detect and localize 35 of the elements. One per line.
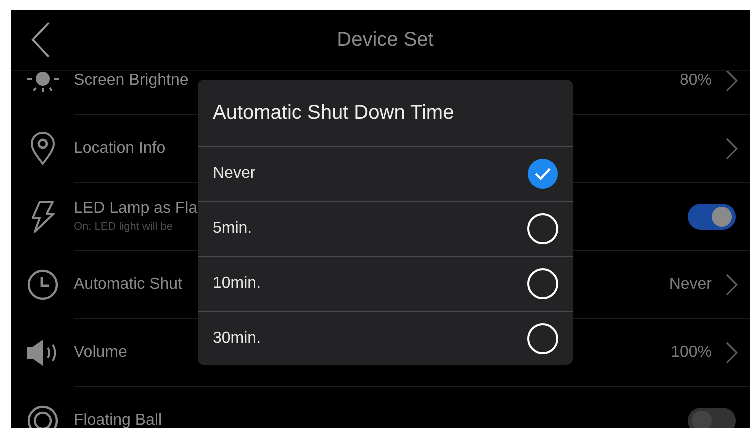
setting-label: Floating Ball [74, 412, 162, 428]
option-row[interactable]: 5min. [198, 202, 573, 257]
option-row[interactable]: Never [198, 147, 573, 202]
radio-unchecked-icon[interactable] [527, 268, 559, 300]
chevron-right-icon[interactable] [726, 138, 738, 160]
option-label: Never [213, 165, 256, 183]
setting-description: On: LED light will be [74, 221, 174, 233]
setting-label: Volume [74, 344, 128, 362]
chevron-right-icon[interactable] [726, 342, 738, 364]
chevron-right-icon[interactable] [726, 274, 738, 296]
setting-label: Location Info [74, 140, 166, 158]
page-title: Device Set [337, 28, 434, 52]
setting-value: 80% [680, 72, 712, 90]
option-label: 30min. [213, 330, 262, 348]
radio-checked-icon[interactable] [527, 158, 559, 190]
lightning-icon [30, 200, 56, 234]
setting-value: Never [669, 276, 712, 294]
radio-unchecked-icon[interactable] [527, 322, 559, 354]
option-label: 5min. [213, 220, 252, 238]
back-icon[interactable] [31, 22, 51, 58]
option-row[interactable]: 10min. [198, 257, 573, 312]
setting-label: LED Lamp as Fla [74, 200, 198, 218]
setting-label: Automatic Shut [74, 276, 182, 294]
toggle-switch[interactable] [688, 408, 736, 428]
location-pin-icon [30, 132, 56, 166]
clock-icon [26, 269, 58, 301]
radio-unchecked-icon[interactable] [527, 213, 559, 245]
dialog-title: Automatic Shut Down Time [198, 80, 573, 147]
toggle-switch[interactable] [688, 204, 736, 230]
setting-label: Screen Brightne [74, 72, 189, 90]
option-label: 10min. [213, 275, 262, 293]
chevron-right-icon[interactable] [726, 70, 738, 92]
option-row[interactable]: 30min. [198, 312, 573, 365]
sun-icon [26, 69, 60, 93]
setting-value: 100% [671, 344, 712, 362]
